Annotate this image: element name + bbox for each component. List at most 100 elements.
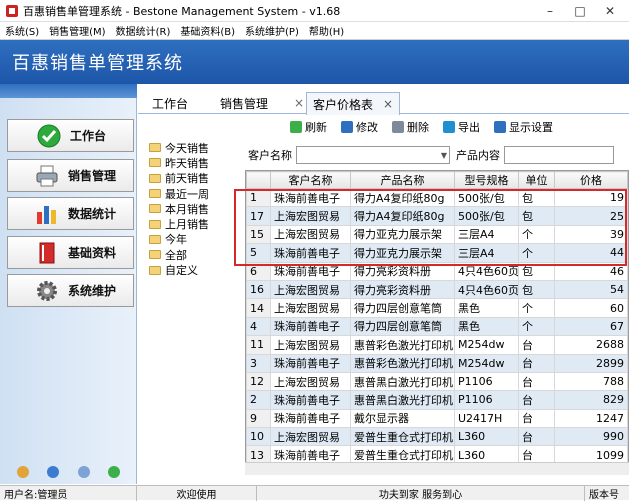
horizontal-scrollbar[interactable]	[245, 462, 629, 475]
exit-icon[interactable]	[107, 466, 120, 478]
nav-label: 系统维护	[68, 284, 117, 298]
tree-item[interactable]: 上月销售	[143, 216, 243, 231]
folder-icon	[149, 219, 161, 229]
search-icon[interactable]	[77, 466, 90, 478]
tree-item[interactable]: 今天销售	[143, 140, 243, 155]
nav-stats-button[interactable]: 数据统计	[7, 197, 134, 230]
export-button[interactable]: 导出	[443, 119, 480, 135]
nav-workbench-button[interactable]: 工作台	[7, 119, 134, 152]
menu-help[interactable]: 帮助(H)	[304, 23, 349, 38]
table-row[interactable]: 3 珠海前善电子 惠普彩色激光打印机 M254dw 台 2899	[246, 353, 628, 373]
close-button[interactable]: ✕	[595, 0, 625, 22]
folder-icon	[149, 234, 161, 244]
price-cell: 1247	[554, 408, 628, 429]
menu-stats[interactable]: 数据统计(R)	[111, 23, 176, 38]
table-row[interactable]: 10 上海宏图贸易 爱普生重仓式打印机 L360 台 990	[246, 427, 628, 447]
row-number: 15	[246, 224, 271, 245]
menu-sales[interactable]: 销售管理(M)	[44, 23, 110, 38]
refresh-icon	[290, 121, 302, 133]
table-row[interactable]: 1 珠海前善电子 得力A4复印纸80g 500张/包包 19	[246, 187, 628, 208]
product-cell: 惠普彩色激光打印机	[350, 335, 455, 355]
spec-cell: P1106	[454, 371, 519, 392]
tree-item[interactable]: 自定义	[143, 262, 243, 277]
chevron-down-icon[interactable]: ▼	[441, 151, 447, 160]
window-title: 百惠销售单管理系统 - Bestone Management System - …	[23, 4, 341, 18]
clock-icon[interactable]	[47, 466, 60, 478]
table-row[interactable]: 17 上海宏图贸易 得力A4复印纸80g 500张/包包 25	[246, 206, 628, 226]
row-number: 9	[246, 408, 271, 429]
status-motto: 功夫到家 服务到心	[257, 485, 585, 501]
table-row[interactable]: 2 珠海前善电子 惠普黑白激光打印机 P1106 台 829	[246, 390, 628, 410]
bottom-icon-bar	[0, 460, 137, 484]
table-row[interactable]: 4 珠海前善电子 得力四层创意笔筒 黑色个 67	[246, 316, 628, 337]
gear-icon	[34, 279, 60, 303]
tree-item[interactable]: 昨天销售	[143, 155, 243, 170]
unit-cell: 台	[518, 408, 555, 429]
table-row[interactable]: 11 上海宏图贸易 惠普彩色激光打印机 M254dw 台 2688	[246, 335, 628, 355]
product-cell: 得力A4复印纸80g	[350, 187, 455, 208]
tree-item[interactable]: 全部	[143, 247, 243, 262]
table-row[interactable]: 9 珠海前善电子 戴尔显示器 U2417H 台 1247	[246, 408, 628, 429]
unit-cell: 包	[518, 206, 555, 226]
maximize-button[interactable]: □	[565, 0, 595, 22]
table-row[interactable]: 15 上海宏图贸易 得力亚克力展示架 三层A4 个 39	[246, 224, 628, 245]
tab-workbench[interactable]: 工作台	[146, 92, 194, 114]
header-unit[interactable]: 单位	[518, 171, 555, 189]
header-rownum[interactable]	[246, 171, 271, 189]
price-cell: 60	[554, 298, 628, 318]
header-customer[interactable]: 客户名称	[270, 171, 351, 189]
table-row[interactable]: 16 上海宏图贸易 得力亮彩资料册 4只4色60页包 54	[246, 279, 628, 300]
header-product[interactable]: 产品名称	[350, 171, 455, 189]
tab-customer-price[interactable]: 客户价格表 ×	[306, 92, 401, 115]
table-row[interactable]: 14 上海宏图贸易 得力四层创意笔筒 黑色个 60	[246, 298, 628, 318]
tree-item[interactable]: 前天销售	[143, 171, 243, 186]
product-cell: 得力A4复印纸80g	[350, 206, 455, 226]
edit-button[interactable]: 修改	[341, 119, 378, 135]
status-user: 用户名:管理员	[0, 485, 137, 501]
minimize-button[interactable]: –	[535, 0, 565, 22]
nav-label: 数据统计	[68, 207, 117, 221]
nav-basic-button[interactable]: 基础资料	[7, 236, 134, 269]
app-banner: 百惠销售单管理系统	[0, 40, 629, 84]
close-icon[interactable]: ×	[383, 97, 393, 111]
nav-maintain-button[interactable]: 系统维护	[7, 274, 134, 307]
customer-combo[interactable]	[296, 146, 450, 164]
export-icon	[443, 121, 455, 133]
folder-icon	[149, 265, 161, 275]
price-cell: 990	[554, 427, 628, 447]
product-cell: 得力亮彩资料册	[350, 279, 455, 300]
folder-icon	[149, 173, 161, 183]
menu-basic[interactable]: 基础资料(B)	[175, 23, 240, 38]
table-row[interactable]: 6 珠海前善电子 得力亮彩资料册 4只4色60页包 46	[246, 261, 628, 281]
refresh-button[interactable]: 刷新	[290, 119, 327, 135]
spec-cell: P1106	[454, 390, 519, 410]
customer-cell: 上海宏图贸易	[270, 335, 351, 355]
folder-icon	[149, 189, 161, 199]
menu-maintain[interactable]: 系统维护(P)	[240, 23, 304, 38]
edit-icon	[341, 121, 353, 133]
tab-sales[interactable]: 销售管理	[214, 92, 274, 114]
product-input[interactable]	[504, 146, 614, 164]
customer-cell: 珠海前善电子	[270, 261, 351, 281]
price-cell: 788	[554, 371, 628, 392]
tab-bar: 工作台 销售管理 × 客户价格表 ×	[138, 92, 629, 115]
header-price[interactable]: 价格	[554, 171, 628, 189]
spec-cell: U2417H	[454, 408, 519, 429]
table-row[interactable]: 12 上海宏图贸易 惠普黑白激光打印机 P1106 台 788	[246, 371, 628, 392]
product-cell: 惠普彩色激光打印机	[350, 353, 455, 373]
display-settings-button[interactable]: 显示设置	[494, 119, 553, 135]
status-bar: 用户名:管理员 欢迎使用 功夫到家 服务到心 版本号	[0, 485, 629, 501]
price-cell: 829	[554, 390, 628, 410]
table-row[interactable]: 5 珠海前善电子 得力亚克力展示架 三层A4 个 44	[246, 243, 628, 263]
menu-system[interactable]: 系统(S)	[0, 23, 44, 38]
header-spec[interactable]: 型号规格	[454, 171, 519, 189]
nav-sales-button[interactable]: 销售管理	[7, 159, 134, 192]
product-cell: 得力亮彩资料册	[350, 261, 455, 281]
delete-icon	[392, 121, 404, 133]
tree-item[interactable]: 本月销售	[143, 201, 243, 216]
delete-button[interactable]: 删除	[392, 119, 429, 135]
tree-item[interactable]: 今年	[143, 232, 243, 247]
key-icon[interactable]	[17, 466, 30, 478]
tree-item[interactable]: 最近一周	[143, 186, 243, 201]
product-cell: 得力四层创意笔筒	[350, 298, 455, 318]
